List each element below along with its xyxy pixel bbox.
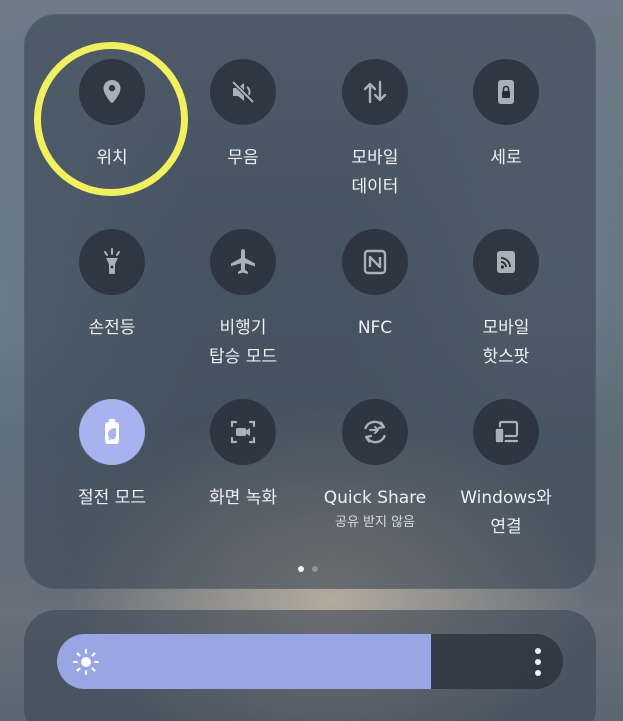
- tile-portrait[interactable]: 세로: [440, 59, 572, 219]
- tile-airplane-mode[interactable]: 비행기 탑승 모드: [177, 229, 309, 389]
- portrait-lock-icon: [473, 59, 539, 125]
- location-pin-icon: [79, 59, 145, 125]
- hotspot-icon: [473, 229, 539, 295]
- tile-location[interactable]: 위치: [46, 59, 178, 219]
- tile-mute[interactable]: 무음: [177, 59, 309, 219]
- tile-label: 위치: [96, 148, 128, 168]
- mobile-data-icon: [342, 59, 408, 125]
- flashlight-icon: [79, 229, 145, 295]
- tile-label: NFC: [357, 318, 393, 338]
- tile-mobile-hotspot[interactable]: 모바일 핫스팟: [440, 229, 572, 389]
- tile-flashlight[interactable]: 손전등: [46, 229, 178, 389]
- brightness-slider[interactable]: [57, 634, 563, 689]
- tile-link-to-windows[interactable]: Windows와 연결: [440, 399, 572, 559]
- tile-label: 화면 녹화: [209, 488, 277, 508]
- tile-screen-recorder[interactable]: 화면 녹화: [177, 399, 309, 559]
- tile-mobile-data[interactable]: 모바일 데이터: [309, 59, 441, 219]
- tile-label: 무음: [227, 148, 259, 168]
- tile-sublabel: 공유 받지 않음: [334, 515, 416, 530]
- tile-label: 세로: [490, 148, 522, 168]
- tile-power-saving[interactable]: 절전 모드: [46, 399, 178, 559]
- screen-record-icon: [210, 399, 276, 465]
- tile-label: Quick Share: [323, 488, 427, 508]
- tile-label: 손전등: [88, 318, 136, 338]
- sun-icon: [73, 649, 99, 675]
- link-to-windows-icon: [473, 399, 539, 465]
- quick-share-icon: [342, 399, 408, 465]
- tile-label: Windows와 연결: [460, 488, 552, 537]
- power-saving-icon: [79, 399, 145, 465]
- tile-label: 모바일 핫스팟: [482, 318, 530, 367]
- tile-nfc[interactable]: NFC: [309, 229, 441, 389]
- mute-icon: [210, 59, 276, 125]
- brightness-slider-fill[interactable]: [57, 634, 432, 689]
- page-dot-active: [298, 566, 304, 572]
- tile-label: 비행기 탑승 모드: [209, 318, 277, 367]
- nfc-icon: [342, 229, 408, 295]
- tile-label: 절전 모드: [78, 488, 146, 508]
- page-indicator: [298, 566, 318, 572]
- more-vert-icon[interactable]: [533, 648, 543, 676]
- tile-label: 모바일 데이터: [351, 148, 399, 197]
- airplane-icon: [210, 229, 276, 295]
- page-dot[interactable]: [312, 566, 318, 572]
- tile-quick-share[interactable]: Quick Share 공유 받지 않음: [309, 399, 441, 559]
